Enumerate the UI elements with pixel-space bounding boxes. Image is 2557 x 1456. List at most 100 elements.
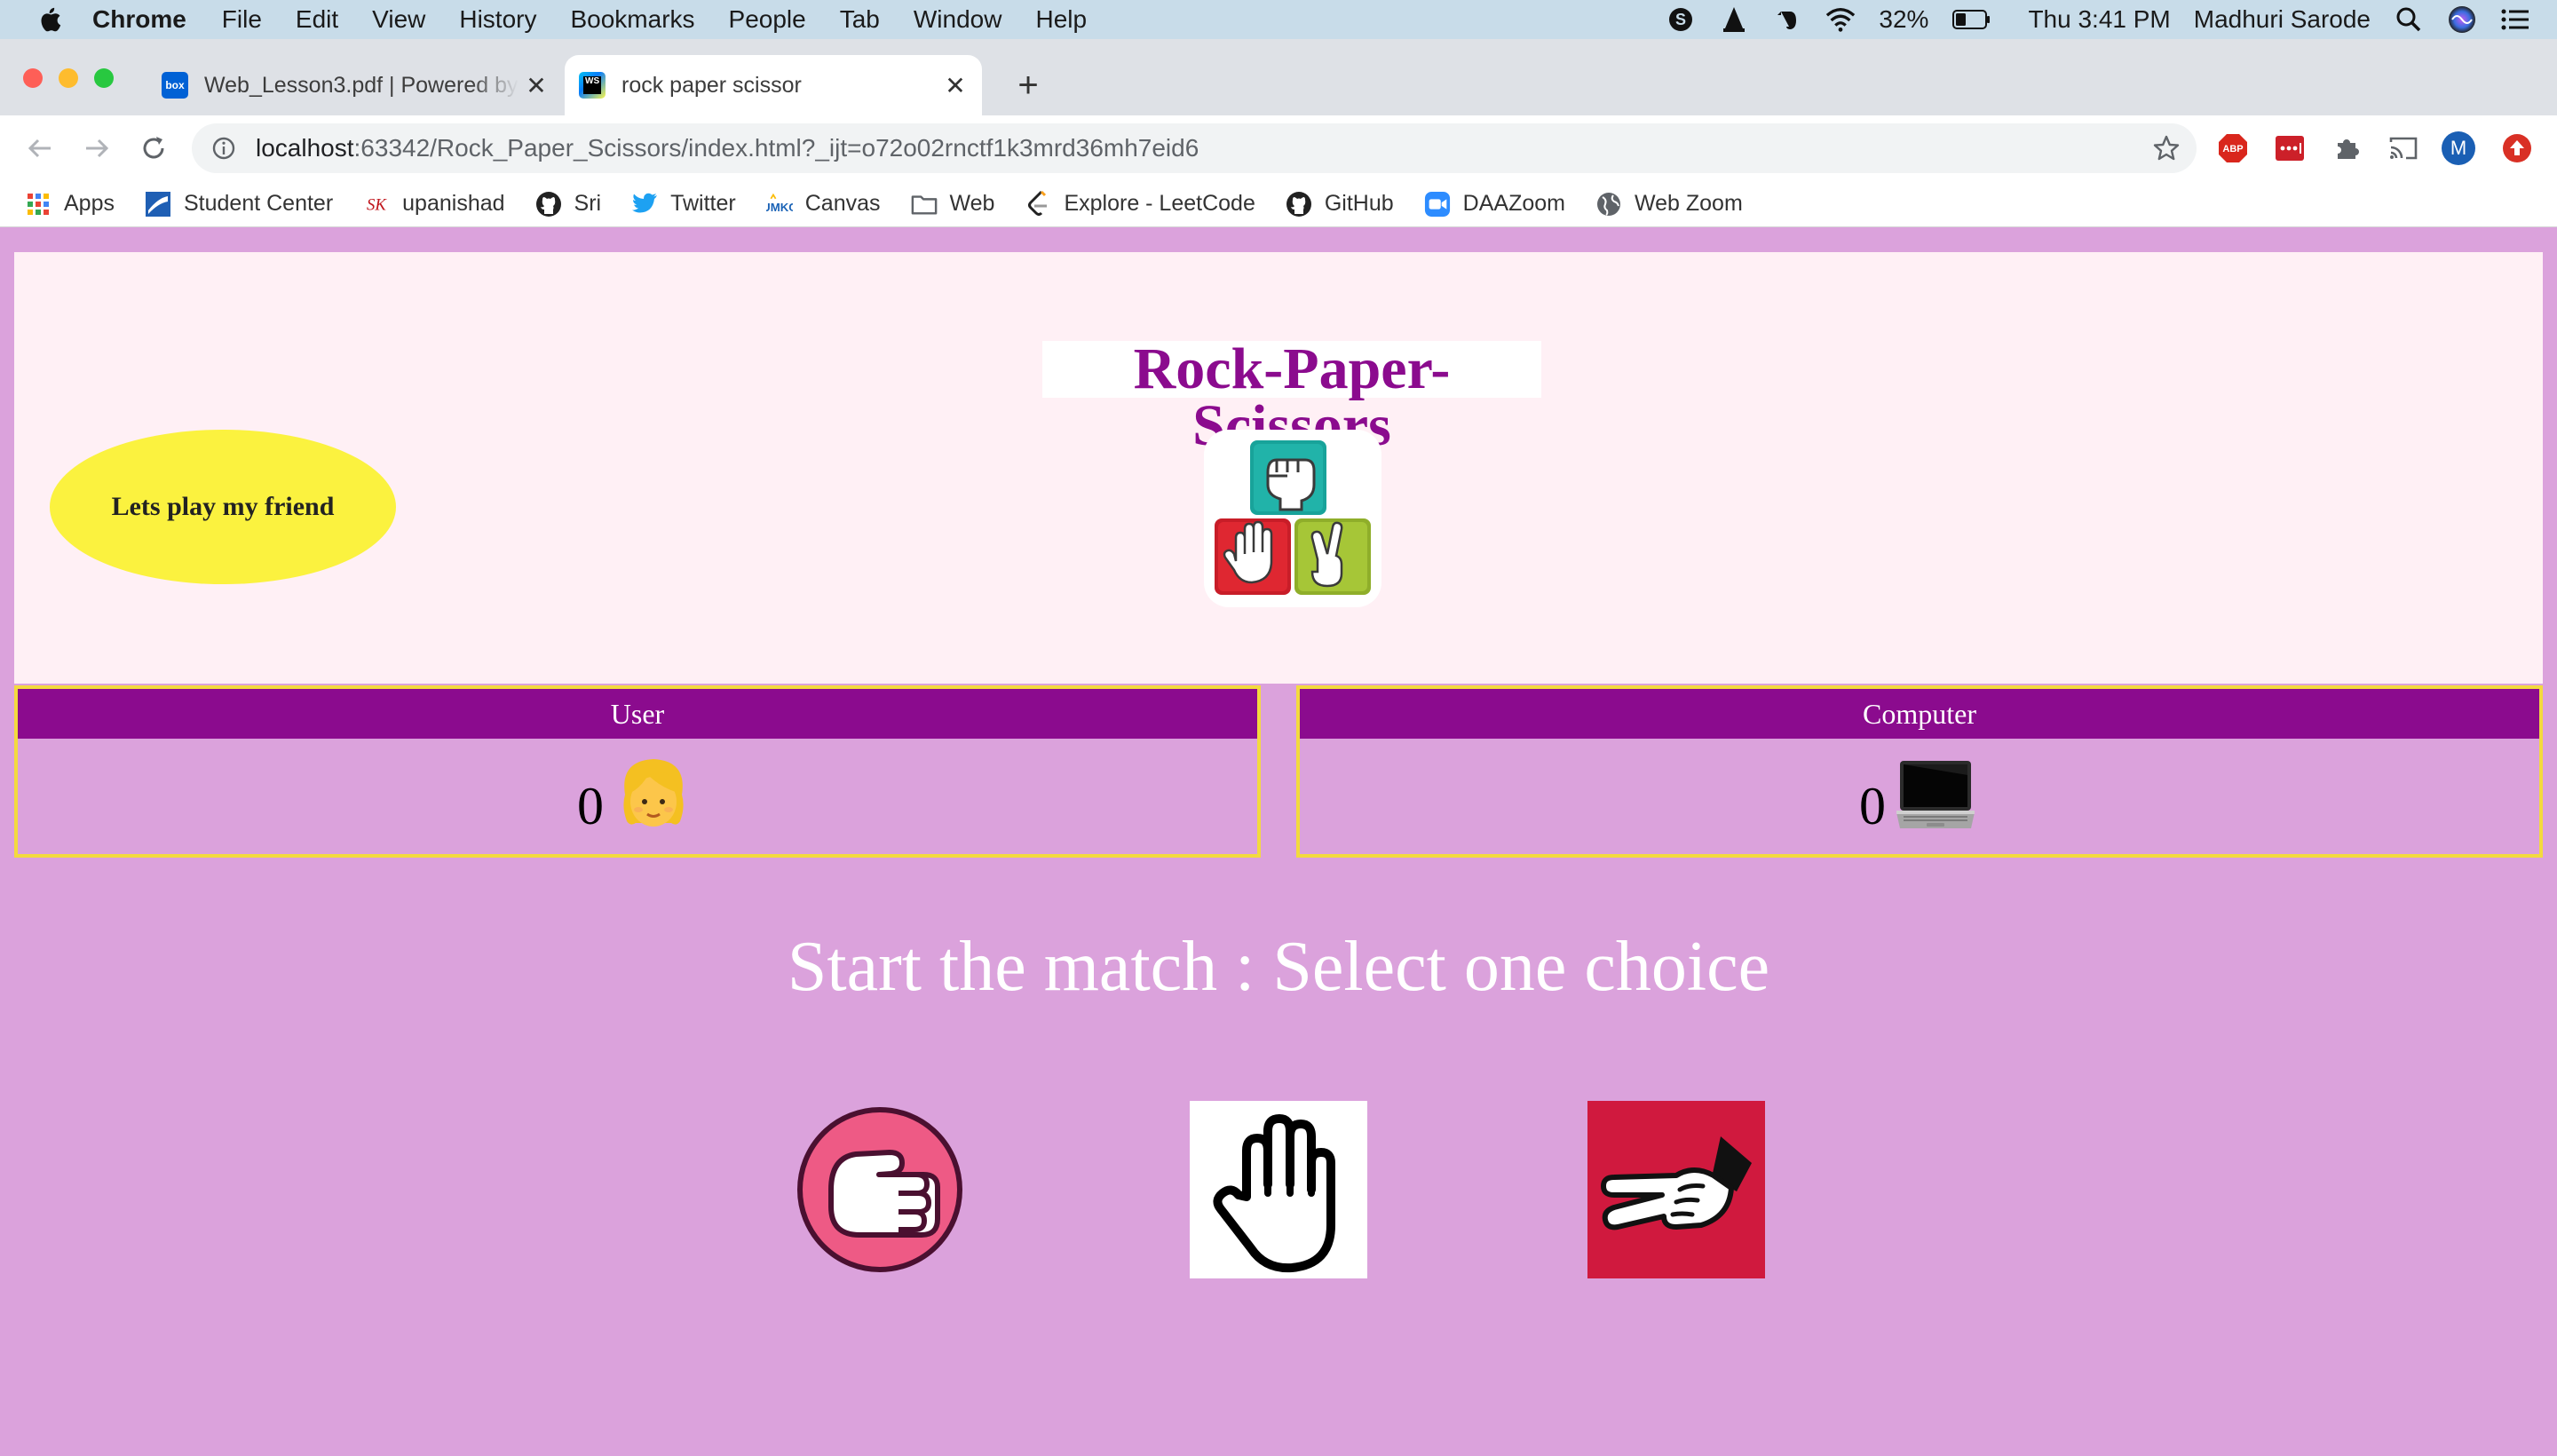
computer-score: 0 xyxy=(1859,776,1886,835)
bookmark-twitter[interactable]: Twitter xyxy=(631,191,736,218)
address-bar[interactable]: localhost:63342/Rock_Paper_Scissors/inde… xyxy=(192,123,2197,173)
lastpass-extension-icon[interactable] xyxy=(2273,131,2307,165)
adblock-extension-icon[interactable]: ABP xyxy=(2216,131,2250,165)
battery-icon[interactable] xyxy=(1951,4,1992,35)
menu-bookmarks[interactable]: Bookmarks xyxy=(570,5,694,34)
rock-choice-button[interactable] xyxy=(791,1101,969,1278)
paper-choice-button[interactable] xyxy=(1190,1101,1367,1278)
forward-button[interactable] xyxy=(78,130,115,167)
bookmark-daazoom[interactable]: DAAZoom xyxy=(1424,191,1565,218)
info-icon[interactable] xyxy=(211,136,236,161)
window-zoom-button[interactable] xyxy=(94,68,114,88)
bookmark-label: DAAZoom xyxy=(1462,191,1565,216)
page-title: Rock-Paper-Scissors xyxy=(1042,340,1541,455)
skype-icon[interactable]: S xyxy=(1666,4,1696,35)
user-card-header: User xyxy=(18,689,1257,739)
bookmark-leetcode[interactable]: Explore - LeetCode xyxy=(1025,190,1255,218)
profile-avatar[interactable]: M xyxy=(2442,131,2475,165)
webstorm-favicon-icon: WS xyxy=(579,72,606,99)
bookmark-label: Apps xyxy=(64,191,115,216)
bookmark-web-zoom[interactable]: Web Zoom xyxy=(1595,191,1743,218)
spotlight-search-icon[interactable] xyxy=(2394,4,2424,35)
github-icon xyxy=(1286,191,1312,218)
bookmark-apps[interactable]: Apps xyxy=(25,191,115,218)
bookmark-label: Student Center xyxy=(183,191,334,216)
update-icon[interactable] xyxy=(2500,131,2534,165)
apps-grid-icon xyxy=(25,191,51,218)
wifi-icon[interactable] xyxy=(1825,4,1856,35)
bookmark-sri[interactable]: Sri xyxy=(535,191,602,218)
tab-title: rock paper scissor xyxy=(621,72,802,98)
macos-menubar: Chrome File Edit View History Bookmarks … xyxy=(0,0,2557,39)
window-close-button[interactable] xyxy=(23,68,43,88)
apple-icon[interactable] xyxy=(36,4,62,35)
computer-card-header: Computer xyxy=(1300,689,2539,739)
tab-web-lesson3[interactable]: box Web_Lesson3.pdf | Powered by Box ✕ xyxy=(147,55,563,115)
menu-people[interactable]: People xyxy=(729,5,806,34)
tab-title: Web_Lesson3.pdf | Powered by Box xyxy=(204,72,519,98)
menu-history[interactable]: History xyxy=(459,5,536,34)
url-text[interactable]: localhost:63342/Rock_Paper_Scissors/inde… xyxy=(256,134,1199,162)
globe-icon xyxy=(1595,191,1622,218)
svg-text:UMKC: UMKC xyxy=(766,200,793,213)
bookmark-github[interactable]: GitHub xyxy=(1286,191,1394,218)
browser-tab-strip: box Web_Lesson3.pdf | Powered by Box ✕ W… xyxy=(0,39,2557,115)
rock-paper-scissors-logo xyxy=(1204,430,1381,607)
url-path: :63342/Rock_Paper_Scissors/index.html?_i… xyxy=(353,134,1199,162)
svg-text:ABP: ABP xyxy=(2222,144,2243,154)
new-tab-button[interactable]: + xyxy=(1009,66,1048,105)
tab-rock-paper-scissor[interactable]: WS rock paper scissor ✕ xyxy=(565,55,982,115)
bookmark-star-icon[interactable] xyxy=(2152,134,2181,162)
twitter-icon xyxy=(631,191,658,218)
computer-card-body: 0 xyxy=(1300,739,2539,854)
bookmark-web-folder[interactable]: Web xyxy=(911,191,995,218)
leetcode-icon xyxy=(1025,190,1051,218)
back-button[interactable] xyxy=(21,130,59,167)
bookmark-label: Canvas xyxy=(804,191,881,216)
start-prompt: Start the match : Select one choice xyxy=(787,928,1770,1006)
cast-icon[interactable] xyxy=(2387,131,2420,165)
menu-view[interactable]: View xyxy=(372,5,425,34)
menu-app-chrome[interactable]: Chrome xyxy=(92,5,186,34)
menu-help[interactable]: Help xyxy=(1035,5,1087,34)
tab-close-icon[interactable]: ✕ xyxy=(519,67,554,103)
bookmark-label: Sri xyxy=(574,191,602,216)
url-host: localhost xyxy=(256,134,354,162)
bookmarks-bar: Apps Student Center SK upanishad Sri Twit… xyxy=(0,181,2557,227)
menu-file[interactable]: File xyxy=(222,5,262,34)
siri-icon[interactable] xyxy=(2447,4,2477,35)
clock[interactable]: Thu 3:41 PM xyxy=(2028,5,2170,34)
bookmark-student-center[interactable]: Student Center xyxy=(145,191,333,218)
menu-window[interactable]: Window xyxy=(914,5,1002,34)
tab-close-icon[interactable]: ✕ xyxy=(938,67,973,103)
bookmark-canvas[interactable]: UMKC Canvas xyxy=(766,191,881,218)
battery-percent: 32% xyxy=(1879,5,1929,33)
user-name[interactable]: Madhuri Sarode xyxy=(2194,5,2371,34)
scissors-choice-button[interactable] xyxy=(1587,1101,1765,1278)
box-favicon-icon: box xyxy=(162,72,188,99)
bookmark-label: Web xyxy=(949,191,995,216)
browser-toolbar: localhost:63342/Rock_Paper_Scissors/inde… xyxy=(0,115,2557,181)
folder-icon xyxy=(911,191,938,218)
vlc-icon[interactable] xyxy=(1719,4,1749,35)
reload-button[interactable] xyxy=(135,130,172,167)
bookmark-label: Web Zoom xyxy=(1634,191,1743,216)
laptop-emoji-icon xyxy=(1891,750,1980,843)
sk-logo-icon: SK xyxy=(363,191,390,218)
scissors-hand-icon xyxy=(1601,1136,1752,1230)
extensions-puzzle-icon[interactable] xyxy=(2330,131,2363,165)
computer-score-card: Computer 0 xyxy=(1296,685,2543,858)
menu-edit[interactable]: Edit xyxy=(296,5,338,34)
menubar-status-area: S 32% Thu 3:41 PM Madhuri Sarode xyxy=(1666,0,2530,39)
user-card-body: 0 xyxy=(18,739,1257,854)
bookmark-label: upanishad xyxy=(402,191,505,216)
bookmark-upanishad[interactable]: SK upanishad xyxy=(363,191,504,218)
greeting-text: Lets play my friend xyxy=(111,492,335,521)
control-center-icon[interactable] xyxy=(2500,4,2530,35)
bookmark-label: GitHub xyxy=(1324,191,1394,216)
menu-tab[interactable]: Tab xyxy=(840,5,880,34)
window-minimize-button[interactable] xyxy=(59,68,78,88)
github-icon xyxy=(535,191,562,218)
evernote-icon[interactable] xyxy=(1772,4,1802,35)
header-panel: Rock-Paper-Scissors Lets play my friend xyxy=(14,252,2543,684)
